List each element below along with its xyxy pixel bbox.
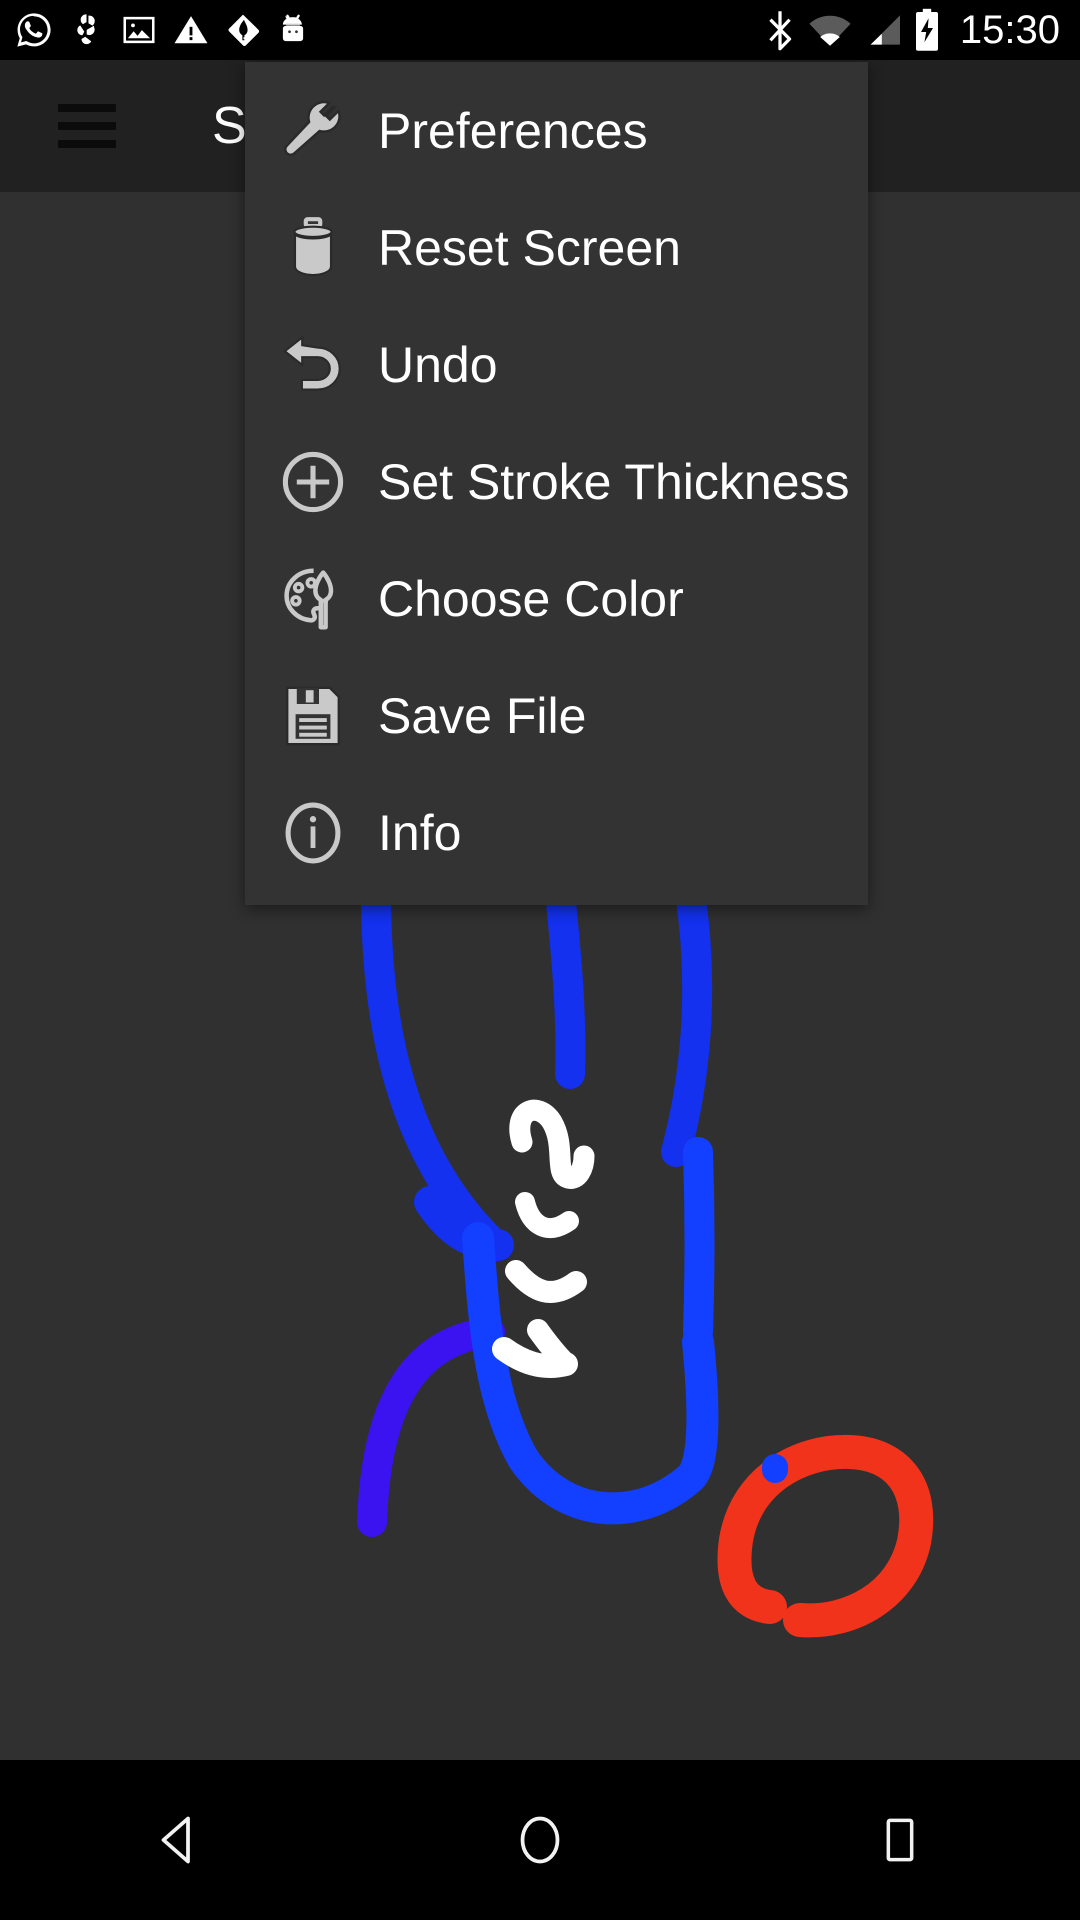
stroke-red-loop [717,1434,934,1638]
undo-arrow-icon [275,327,351,403]
menu-item-label: Set Stroke Thickness [378,453,850,510]
menu-item-reset-screen[interactable]: Reset Screen [245,189,868,306]
trash-icon [275,210,351,286]
stroke-blue-right-arc [661,877,713,1167]
triangle-left-icon [161,1816,190,1864]
plus-circle-icon [275,444,351,520]
home-button[interactable] [450,1760,630,1920]
menu-item-label: Choose Color [378,570,684,627]
warning-icon [174,16,208,44]
stroke-white-loop [509,1099,595,1189]
stroke-white-check [505,1260,587,1303]
back-button[interactable] [90,1760,270,1920]
wifi-icon [809,15,851,46]
stroke-violet-arc [357,1317,505,1537]
recents-button[interactable] [810,1760,990,1920]
image-icon [123,16,155,44]
stroke-blue-stub [545,877,586,1089]
menu-item-undo[interactable]: Undo [245,306,868,423]
hamburger-icon[interactable] [58,104,116,148]
phone-screen: 15:30 Scr [0,0,1080,1920]
menu-item-label: Undo [378,336,498,393]
status-bar-system-icons: 15:30 [763,8,1060,52]
stroke-blue-right-vertical [683,1137,715,1347]
menu-item-label: Info [378,804,462,861]
square-icon [886,1818,914,1862]
hamburger-line [58,104,116,112]
palette-icon [275,561,351,637]
cellular-signal-icon [870,15,900,45]
stroke-white-curve [515,1192,579,1239]
menu-item-label: Reset Screen [378,219,681,276]
menu-item-save-file[interactable]: Save File [245,657,868,774]
hamburger-line [58,140,116,148]
hamburger-line [58,122,116,130]
whatsapp-icon [17,13,51,47]
menu-item-label: Preferences [378,102,648,159]
info-circle-icon [275,795,351,871]
menu-item-preferences[interactable]: Preferences [245,72,868,189]
leaf-notification-icon [228,14,260,46]
status-bar: 15:30 [0,0,1080,60]
circle-icon [520,1816,560,1864]
pinwheel-icon [77,14,95,45]
menu-item-label: Save File [378,687,587,744]
battery-charging-icon [915,8,938,51]
android-robot-icon [282,14,304,42]
status-bar-clock: 15:30 [959,8,1060,52]
menu-item-choose-color[interactable]: Choose Color [245,540,868,657]
overflow-menu: Preferences Reset Screen Undo Set Stroke… [245,62,868,905]
wrench-icon [275,93,351,169]
status-bar-notification-icons [14,10,763,50]
menu-item-info[interactable]: Info [245,774,868,891]
bluetooth-icon [769,11,792,51]
menu-item-set-stroke-thickness[interactable]: Set Stroke Thickness [245,423,868,540]
floppy-disk-icon [275,678,351,754]
navigation-bar [0,1760,1080,1920]
